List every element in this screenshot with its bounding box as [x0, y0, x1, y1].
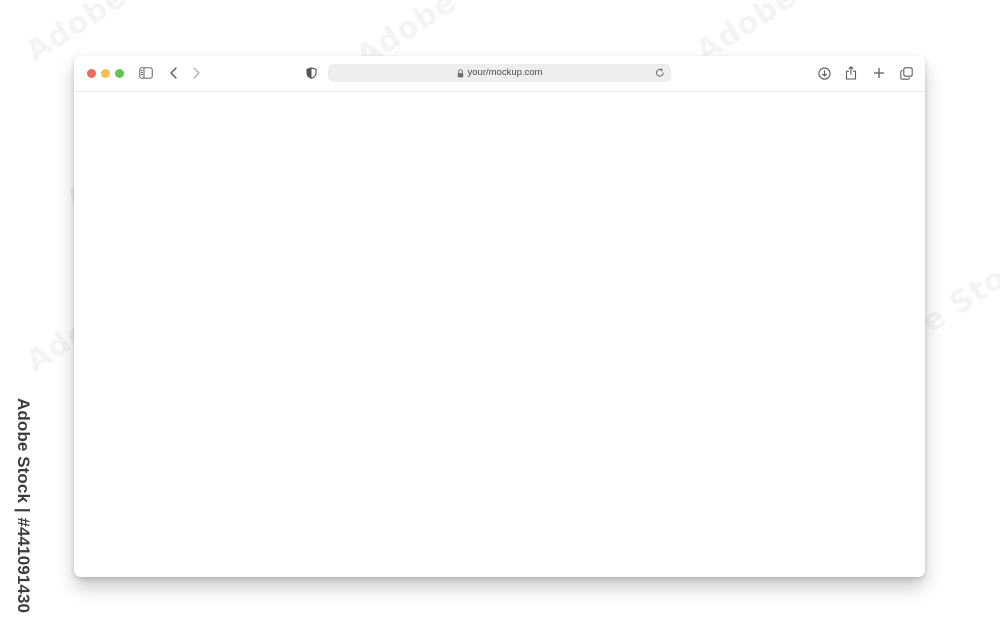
close-window-button[interactable]: [87, 69, 96, 78]
stock-credit: Adobe Stock | #441091430: [6, 398, 40, 620]
shield-icon[interactable]: [302, 64, 320, 82]
reload-icon[interactable]: [652, 65, 668, 81]
stock-credit-text: Adobe Stock | #441091430: [14, 398, 33, 614]
mockup-stage: Adobe Stock Adobe Stock Adobe Stock Adob…: [0, 0, 1000, 634]
sidebar-icon[interactable]: [137, 64, 155, 82]
chevron-left-icon[interactable]: [165, 64, 183, 82]
share-icon[interactable]: [842, 64, 860, 82]
page-content: [74, 92, 925, 577]
address-bar-content: your/mockup.com: [328, 64, 671, 82]
download-icon[interactable]: [815, 64, 833, 82]
url-text: your/mockup.com: [467, 67, 543, 78]
address-bar[interactable]: your/mockup.com: [328, 64, 671, 82]
minimize-window-button[interactable]: [101, 69, 110, 78]
browser-window: your/mockup.com: [74, 56, 925, 577]
tab-overview-icon[interactable]: [897, 64, 915, 82]
zoom-window-button[interactable]: [115, 69, 124, 78]
browser-toolbar: your/mockup.com: [74, 56, 925, 92]
plus-icon[interactable]: [870, 64, 888, 82]
lock-icon: [457, 68, 464, 78]
chevron-right-icon[interactable]: [187, 64, 205, 82]
